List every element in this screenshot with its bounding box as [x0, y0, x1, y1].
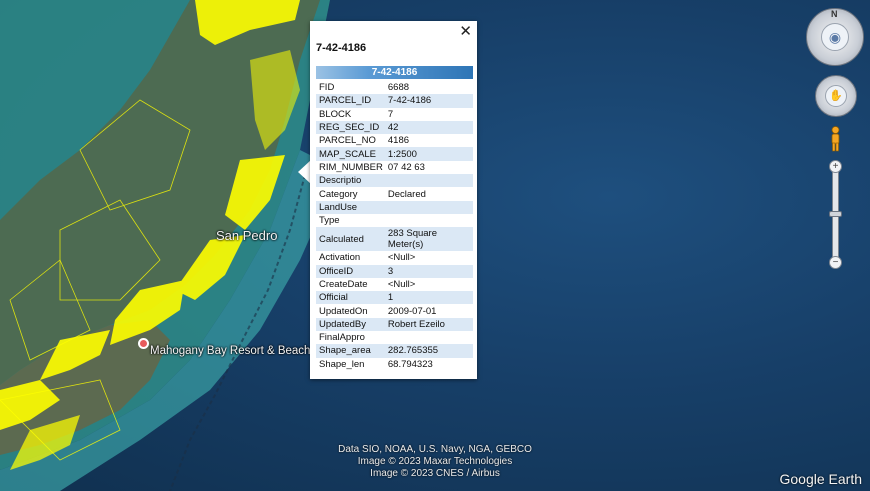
- attribute-row: OfficeID 3: [316, 264, 473, 278]
- look-control[interactable]: N ◉: [806, 8, 864, 66]
- zoom-out-button[interactable]: −: [829, 256, 842, 269]
- attribution-line: Image © 2023 Maxar Technologies: [357, 456, 513, 467]
- attribute-value: 42: [384, 120, 473, 135]
- attribute-row: PARCEL_ID 7-42-4186: [316, 94, 473, 108]
- attribute-row: UpdatedBy Robert Ezeilo: [316, 317, 473, 332]
- info-popup: ✕ 7-42-4186 7-42-4186 FID 6688 PARCEL_ID 7-…: [310, 21, 477, 379]
- attribute-row: FinalAppro: [316, 331, 473, 344]
- attribute-row: Activation <Null>: [316, 251, 473, 264]
- attribute-row: MAP_SCALE 1:2500: [316, 147, 473, 161]
- attribute-key: FID: [319, 82, 335, 94]
- attribution-line: Data SIO, NOAA, U.S. Navy, NGA, GEBCO: [338, 444, 532, 455]
- attribute-value: [385, 331, 473, 344]
- attribute-row: Calculated 283 Square Meter(s): [316, 227, 473, 252]
- popup-table-header: 7-42-4186: [316, 66, 473, 79]
- attribute-key: Official: [316, 291, 385, 305]
- attribute-key: Category: [319, 188, 358, 200]
- attribute-row: Category Declared: [316, 187, 473, 200]
- attribute-key: UpdatedOn: [319, 305, 368, 317]
- attribute-value: [385, 214, 473, 227]
- attribute-value: 68.794323: [387, 358, 433, 370]
- attribute-row: REG_SEC_ID 42: [316, 120, 473, 135]
- attribute-key: MAP_SCALE: [316, 147, 385, 161]
- attribute-key: Calculated: [316, 227, 385, 252]
- attribute-row: RIM_NUMBER 07 42 63: [316, 161, 473, 174]
- attribute-key: BLOCK: [319, 108, 352, 120]
- attribute-row: FID 6688: [316, 81, 473, 94]
- attribute-value: 7-42-4186: [384, 94, 473, 108]
- poi-label[interactable]: Mahogany Bay Resort & Beach C: [150, 345, 322, 357]
- eye-icon[interactable]: ◉: [821, 23, 849, 51]
- attribute-value: <Null>: [387, 279, 416, 290]
- attribute-key: OfficeID: [316, 264, 385, 278]
- attribute-value: <Null>: [387, 252, 416, 264]
- attribute-value: 1: [384, 291, 473, 305]
- attribute-value: 282.765355: [384, 344, 473, 358]
- attribute-value: [384, 200, 473, 214]
- attribute-key: UpdatedBy: [316, 317, 385, 332]
- zoom-slider-thumb[interactable]: [829, 211, 842, 217]
- attribute-value: 283 Square Meter(s): [384, 227, 473, 252]
- attribute-row: Shape_len 68.794323: [316, 358, 473, 371]
- attribute-key: PARCEL_NO: [319, 135, 376, 147]
- attribute-row: UpdatedOn 2009-07-01: [316, 304, 473, 317]
- place-label-san-pedro[interactable]: San Pedro: [216, 228, 277, 243]
- hand-icon[interactable]: ✋: [825, 85, 847, 107]
- attribute-value: 1:2500: [384, 147, 473, 161]
- attribute-key: Descriptio: [316, 174, 385, 188]
- attribute-row: LandUse: [316, 200, 473, 214]
- compass-north-label[interactable]: N: [831, 9, 838, 19]
- attribute-value: 3: [384, 264, 473, 278]
- attribute-row: Descriptio: [316, 174, 473, 188]
- google-earth-logo: Google Earth: [779, 471, 863, 487]
- attribute-key: REG_SEC_ID: [316, 120, 385, 135]
- attribute-value: [384, 174, 473, 188]
- attribute-row: CreateDate <Null>: [316, 278, 473, 291]
- attribute-row: Shape_area 282.765355: [316, 344, 473, 358]
- attribute-value: 2009-07-01: [387, 305, 437, 317]
- attribute-value: Robert Ezeilo: [384, 317, 473, 332]
- attribute-table: FID 6688 PARCEL_ID 7-42-4186 BLOCK 7 REG_SEC_I…: [316, 81, 473, 371]
- attribute-row: BLOCK 7: [316, 108, 473, 121]
- zoom-in-button[interactable]: +: [829, 160, 842, 173]
- attribute-value: 4186: [387, 135, 410, 147]
- close-icon[interactable]: ✕: [459, 22, 472, 40]
- attribute-key: CreateDate: [319, 279, 368, 290]
- attribute-row: PARCEL_NO 4186: [316, 134, 473, 147]
- attribute-value: 7: [387, 108, 394, 120]
- attribute-row: Official 1: [316, 291, 473, 305]
- attribute-key: Type: [319, 215, 340, 227]
- attribute-key: Shape_len: [319, 358, 365, 370]
- attribute-key: PARCEL_ID: [316, 94, 385, 108]
- attribute-key: Shape_area: [316, 344, 385, 358]
- attribute-value: 07 42 63: [387, 161, 425, 173]
- map-attribution: Data SIO, NOAA, U.S. Navy, NGA, GEBCO Im…: [300, 444, 570, 480]
- attribute-key: LandUse: [316, 200, 385, 214]
- attribution-line: Image © 2023 CNES / Airbus: [370, 468, 500, 479]
- poi-marker-icon[interactable]: [138, 338, 149, 349]
- attribute-key: RIM_NUMBER: [319, 161, 383, 173]
- popup-title: 7-42-4186: [316, 42, 367, 54]
- attribute-key: FinalAppro: [319, 332, 365, 344]
- pegman-icon[interactable]: [829, 126, 842, 152]
- attribute-row: Type: [316, 214, 473, 227]
- attribute-value: 6688: [387, 82, 410, 94]
- move-control[interactable]: ✋: [815, 75, 857, 117]
- attribute-key: Activation: [319, 252, 361, 264]
- attribute-value: Declared: [387, 188, 426, 200]
